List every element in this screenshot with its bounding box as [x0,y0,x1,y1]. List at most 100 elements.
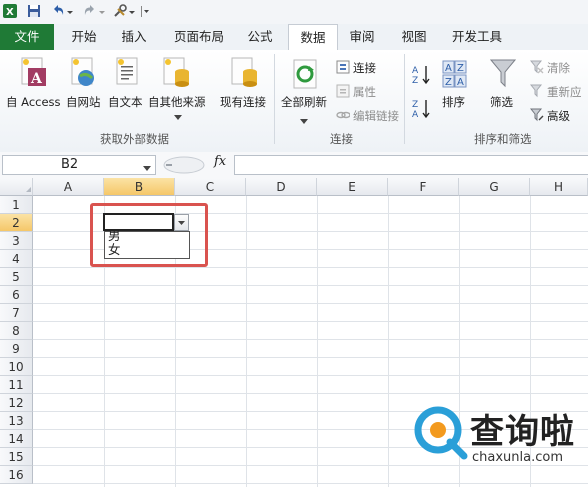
tab-review[interactable]: 审阅 [340,24,384,50]
row-header-8[interactable]: 8 [0,322,33,340]
sort-button[interactable]: 排序 [442,94,465,110]
advanced-filter-icon [529,108,544,125]
row-header-6[interactable]: 6 [0,286,33,304]
row-header-16[interactable]: 16 [0,466,33,484]
filter-icon [489,58,517,93]
column-header-b[interactable]: B [104,178,175,196]
svg-text:Z: Z [445,77,452,88]
edit-links-button[interactable]: 编辑链接 [353,108,399,124]
row-header-9[interactable]: 9 [0,340,33,358]
row-header-11[interactable]: 11 [0,376,33,394]
tools-dropdown-icon[interactable] [128,3,136,19]
from-web-button[interactable]: 自网站 [66,94,101,110]
reapply-icon [529,84,544,101]
tools-icon[interactable] [112,3,128,19]
gridline [33,321,588,322]
column-header-h[interactable]: H [530,178,588,196]
tab-view[interactable]: 视图 [392,24,436,50]
column-header-f[interactable]: F [388,178,459,196]
refresh-all-dropdown-icon[interactable] [300,114,308,128]
row-header-3[interactable]: 3 [0,232,33,250]
undo-icon[interactable] [50,3,66,19]
row-header-5[interactable]: 5 [0,268,33,286]
web-icon [70,56,98,93]
name-box[interactable]: B2 [2,155,156,175]
row-header-13[interactable]: 13 [0,412,33,430]
existing-connections-icon [230,56,260,93]
tab-insert[interactable]: 插入 [112,24,156,50]
refresh-all-icon [292,58,320,95]
tab-formulas[interactable]: 公式 [238,24,282,50]
watermark: 查询啦 chaxunla.com [412,400,588,486]
svg-text:A: A [412,66,419,76]
advanced-filter-button[interactable]: 高级 [547,108,570,124]
tab-developer[interactable]: 开发工具 [444,24,510,50]
group-label-get-external-data: 获取外部数据 [100,132,169,146]
gridline [33,375,588,376]
column-header-a[interactable]: A [33,178,104,196]
sort-ascending-icon[interactable]: AZ [412,64,432,89]
formula-bar: B2 fx [0,152,588,179]
clear-filter-button[interactable]: 清除 [547,60,570,76]
save-icon[interactable] [26,3,42,19]
redo-dropdown-icon[interactable] [98,3,106,19]
row-header-12[interactable]: 12 [0,394,33,412]
watermark-url: chaxunla.com [472,450,563,465]
refresh-all-button[interactable]: 全部刷新 [281,94,327,110]
from-other-sources-button[interactable]: 自其他来源 [148,94,206,110]
gridline [33,267,588,268]
svg-text:Z: Z [412,76,418,86]
svg-text:A: A [457,77,464,88]
properties-button[interactable]: 属性 [353,84,376,100]
gridline [33,357,588,358]
tab-file[interactable]: 文件 [0,24,54,50]
column-header-e[interactable]: E [317,178,388,196]
tab-data[interactable]: 数据 [288,24,338,51]
svg-text:Z: Z [412,100,418,110]
filter-button[interactable]: 筛选 [490,94,513,110]
customize-qat-icon[interactable] [140,3,150,19]
from-text-button[interactable]: 自文本 [108,94,143,110]
name-box-dropdown-icon[interactable] [143,161,151,175]
existing-connections-button[interactable]: 现有连接 [220,94,266,110]
insert-function-button[interactable]: fx [214,154,226,169]
undo-dropdown-icon[interactable] [66,3,74,19]
watermark-logo-icon [414,406,468,460]
row-header-15[interactable]: 15 [0,448,33,466]
column-header-c[interactable]: C [175,178,246,196]
access-icon: A [20,56,48,93]
row-header-4[interactable]: 4 [0,250,33,268]
row-header-7[interactable]: 7 [0,304,33,322]
column-header-d[interactable]: D [246,178,317,196]
name-box-value: B2 [61,157,79,172]
tab-page-layout[interactable]: 页面布局 [164,24,234,50]
group-separator [404,54,405,144]
sort-descending-icon[interactable]: ZA [412,98,432,123]
row-header-2[interactable]: 2 [0,214,33,232]
redo-icon[interactable] [82,3,98,19]
formula-bar-expand-handle-icon[interactable] [162,156,206,177]
row-header-1[interactable]: 1 [0,196,33,214]
select-all-corner[interactable] [0,178,33,196]
formula-input[interactable] [234,155,588,175]
text-file-icon [115,56,143,93]
sort-icon: AZZA [442,60,468,93]
row-header-14[interactable]: 14 [0,430,33,448]
other-sources-dropdown-icon[interactable] [174,110,182,124]
reapply-button[interactable]: 重新应 [547,84,582,100]
tab-home[interactable]: 开始 [62,24,106,50]
column-header-g[interactable]: G [459,178,530,196]
worksheet-grid[interactable]: A B C D E F G H 1 2 3 4 5 6 7 8 9 10 11 … [0,178,588,487]
quick-access-toolbar: X [0,0,588,25]
other-sources-icon [162,56,192,93]
connections-button[interactable]: 连接 [353,60,376,76]
svg-text:A: A [30,71,43,87]
connections-icon [336,60,350,77]
ribbon-tab-row: 文件 开始 插入 页面布局 公式 数据 审阅 视图 开发工具 [0,24,588,51]
gridline [246,196,247,487]
row-header-10[interactable]: 10 [0,358,33,376]
highlight-annotation-box [90,203,208,267]
gridline [33,339,588,340]
svg-text:A: A [412,110,419,120]
from-access-button[interactable]: 自 Access [6,94,61,110]
